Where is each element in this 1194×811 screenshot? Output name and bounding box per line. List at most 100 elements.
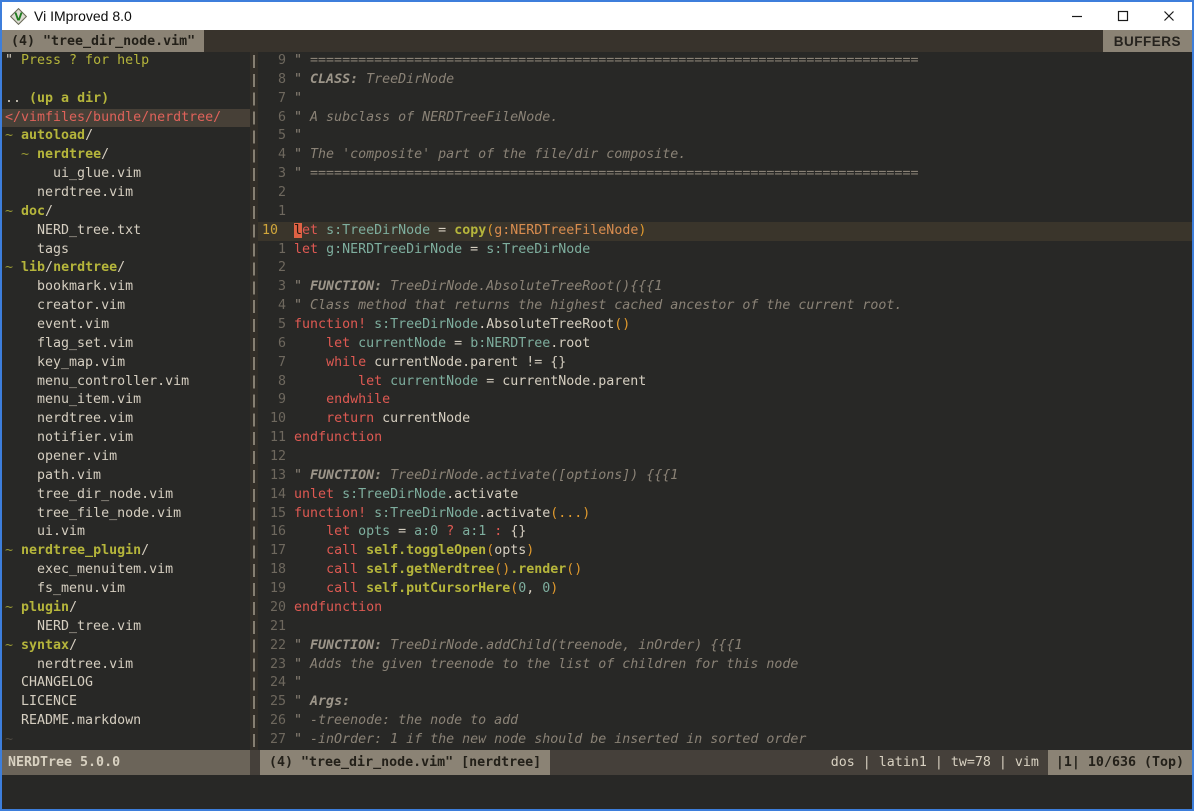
editor-buffer[interactable]: 9 " ====================================… — [258, 52, 1192, 750]
code-line[interactable]: 26 " -treenode: the node to add — [262, 712, 1192, 731]
code-line[interactable]: 8 let currentNode = currentNode.parent — [262, 373, 1192, 392]
tree-row[interactable]: notifier.vim — [5, 429, 250, 448]
code-line[interactable]: 4 " The 'composite' part of the file/dir… — [262, 146, 1192, 165]
code-token: .activate — [478, 506, 550, 521]
code-line[interactable]: 18 call self.getNerdtree().render() — [262, 561, 1192, 580]
tree-row[interactable]: NERD_tree.vim — [5, 618, 250, 637]
code-line[interactable]: 3 " ====================================… — [262, 165, 1192, 184]
code-line[interactable]: 17 call self.toggleOpen(opts) — [262, 542, 1192, 561]
code-token: ~ — [21, 147, 37, 162]
code-line[interactable]: 11 endfunction — [262, 429, 1192, 448]
code-line[interactable]: 1 let g:NERDTreeDirNode = s:TreeDirNode — [262, 241, 1192, 260]
tree-row[interactable]: opener.vim — [5, 448, 250, 467]
code-token: copy — [454, 223, 486, 238]
tree-row[interactable]: event.vim — [5, 316, 250, 335]
tree-row[interactable]: ~ syntax/ — [5, 637, 250, 656]
code-line[interactable]: 10 let s:TreeDirNode = copy(g:NERDTreeFi… — [258, 222, 1192, 241]
nerdtree-tree[interactable]: " Press ? for help .. (up a dir)</vimfile… — [2, 52, 250, 750]
tree-row[interactable]: " Press ? for help — [5, 52, 250, 71]
code-line[interactable]: 22 " FUNCTION: TreeDirNode.addChild(tree… — [262, 637, 1192, 656]
line-number: 1 — [262, 204, 294, 219]
code-token: " — [294, 72, 310, 87]
tree-row[interactable]: tree_file_node.vim — [5, 505, 250, 524]
code-line[interactable]: 19 call self.putCursorHere(0, 0) — [262, 580, 1192, 599]
code-line[interactable]: 3 " FUNCTION: TreeDirNode.AbsoluteTreeRo… — [262, 278, 1192, 297]
tree-row[interactable]: exec_menuitem.vim — [5, 561, 250, 580]
tree-row[interactable]: .. (up a dir) — [5, 90, 250, 109]
line-number: 9 — [262, 53, 294, 68]
code-line[interactable]: 27 " -inOrder: 1 if the new node should … — [262, 731, 1192, 750]
tree-row[interactable] — [5, 71, 250, 90]
code-token: tags — [5, 242, 69, 257]
code-line[interactable]: 15 function! s:TreeDirNode.activate(...) — [262, 505, 1192, 524]
tree-row[interactable]: ui.vim — [5, 523, 250, 542]
code-line[interactable]: 1 — [262, 203, 1192, 222]
code-line[interactable]: 9 " ====================================… — [262, 52, 1192, 71]
code-line[interactable]: 6 " A subclass of NERDTreeFileNode. — [262, 109, 1192, 128]
line-number: 21 — [262, 619, 294, 634]
tree-row[interactable]: path.vim — [5, 467, 250, 486]
code-line[interactable]: 7 " — [262, 90, 1192, 109]
code-line[interactable]: 23 " Adds the given treenode to the list… — [262, 656, 1192, 675]
tree-row[interactable]: nerdtree.vim — [5, 410, 250, 429]
tree-row[interactable]: ~ autoload/ — [5, 127, 250, 146]
window-split-separator[interactable] — [250, 52, 258, 750]
code-line[interactable]: 8 " CLASS: TreeDirNode — [262, 71, 1192, 90]
maximize-button[interactable] — [1100, 2, 1146, 30]
code-token: l — [294, 223, 302, 238]
code-token — [294, 581, 326, 596]
tree-row[interactable]: menu_item.vim — [5, 391, 250, 410]
code-token: s:TreeDirNode — [326, 223, 430, 238]
code-token: / — [101, 147, 109, 162]
tab-tree-dir-node[interactable]: (4) "tree_dir_node.vim" — [2, 30, 204, 52]
tree-row[interactable]: CHANGELOG — [5, 674, 250, 693]
code-line[interactable]: 20 endfunction — [262, 599, 1192, 618]
code-token — [350, 524, 358, 539]
tree-row[interactable]: creator.vim — [5, 297, 250, 316]
tree-row[interactable]: NERD_tree.txt — [5, 222, 250, 241]
code-line[interactable]: 4 " Class method that returns the highes… — [262, 297, 1192, 316]
code-line[interactable]: 16 let opts = a:0 ? a:1 : {} — [262, 523, 1192, 542]
tree-row[interactable]: tree_dir_node.vim — [5, 486, 250, 505]
tree-row[interactable]: ~ lib/nerdtree/ — [5, 259, 250, 278]
tree-row[interactable]: ~ — [5, 731, 250, 750]
minimize-button[interactable] — [1054, 2, 1100, 30]
tree-row[interactable]: nerdtree.vim — [5, 184, 250, 203]
code-line[interactable]: 25 " Args: — [262, 693, 1192, 712]
code-line[interactable]: 2 — [262, 184, 1192, 203]
code-line[interactable]: 10 return currentNode — [262, 410, 1192, 429]
tree-row[interactable]: ~ nerdtree_plugin/ — [5, 542, 250, 561]
buffers-label[interactable]: BUFFERS — [1103, 30, 1192, 52]
tree-row[interactable]: fs_menu.vim — [5, 580, 250, 599]
code-token: s:TreeDirNode — [374, 506, 478, 521]
code-line[interactable]: 2 — [262, 259, 1192, 278]
tree-row[interactable]: ~ plugin/ — [5, 599, 250, 618]
code-line[interactable]: 13 " FUNCTION: TreeDirNode.activate([opt… — [262, 467, 1192, 486]
tree-row[interactable]: flag_set.vim — [5, 335, 250, 354]
tree-row[interactable]: LICENCE — [5, 693, 250, 712]
tree-row[interactable]: ~ doc/ — [5, 203, 250, 222]
tree-row[interactable]: nerdtree.vim — [5, 656, 250, 675]
line-number: 11 — [262, 430, 294, 445]
command-line[interactable] — [2, 775, 1192, 809]
code-line[interactable]: 12 — [262, 448, 1192, 467]
tree-row[interactable]: key_map.vim — [5, 354, 250, 373]
code-line[interactable]: 9 endwhile — [262, 391, 1192, 410]
code-line[interactable]: 24 " — [262, 674, 1192, 693]
code-line[interactable]: 5 " — [262, 127, 1192, 146]
tree-row[interactable]: tags — [5, 241, 250, 260]
tree-row[interactable]: bookmark.vim — [5, 278, 250, 297]
code-line[interactable]: 7 while currentNode.parent != {} — [262, 354, 1192, 373]
tree-row[interactable]: ui_glue.vim — [5, 165, 250, 184]
code-line[interactable]: 6 let currentNode = b:NERDTree.root — [262, 335, 1192, 354]
code-line[interactable]: 21 — [262, 618, 1192, 637]
tree-row[interactable]: README.markdown — [5, 712, 250, 731]
close-button[interactable] — [1146, 2, 1192, 30]
tree-row[interactable]: ~ nerdtree/ — [5, 146, 250, 165]
code-line[interactable]: 14 unlet s:TreeDirNode.activate — [262, 486, 1192, 505]
code-token — [382, 374, 390, 389]
tree-row[interactable]: menu_controller.vim — [5, 373, 250, 392]
code-token: " -treenode: the node to add — [294, 713, 518, 728]
tree-row[interactable]: </vimfiles/bundle/nerdtree/ — [2, 109, 250, 128]
code-line[interactable]: 5 function! s:TreeDirNode.AbsoluteTreeRo… — [262, 316, 1192, 335]
